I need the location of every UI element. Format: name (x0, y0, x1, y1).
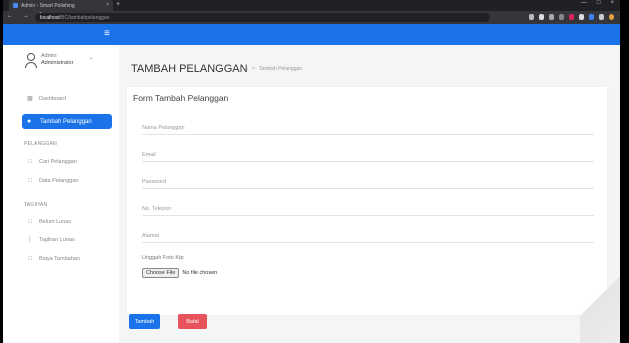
telepon-input[interactable]: No. Telepon (142, 206, 594, 216)
new-tab-button[interactable]: + (116, 1, 120, 8)
window-controls: — □ × (581, 0, 614, 6)
add-user-icon: ● (27, 118, 32, 125)
user-icon (25, 53, 37, 69)
browser-window: Admin - Smart Polishing × + — □ × ← → C … (3, 0, 620, 343)
section-heading-pelanggan: PELANGGAN (24, 141, 57, 147)
user-profile[interactable]: Admin Administrator (25, 53, 73, 69)
file-status: No file chosen (182, 270, 218, 276)
sidebar: Admin Administrator ⌄ ▩ Dashboard ● Tamb… (3, 45, 119, 343)
profile-avatar-icon[interactable] (609, 14, 614, 20)
sidebar-item-cari-pelanggan[interactable]: □ Cari Pelanggan (26, 159, 77, 165)
home-icon[interactable]: ⌂ (245, 66, 248, 72)
nama-pelanggan-input[interactable]: Nama Pelanggan (142, 125, 594, 135)
page-title: TAMBAH PELANGGAN (131, 63, 248, 75)
extension-icon[interactable] (589, 14, 594, 20)
sidebar-item-label: Cari Pelanggan (39, 159, 77, 165)
alamat-input[interactable]: Alamat (142, 233, 594, 243)
invoice-icon: □ (28, 219, 32, 225)
user-name: Admin (41, 53, 57, 59)
sidebar-item-biaya-tambahan[interactable]: □ Biaya Tambahan (26, 256, 80, 262)
breadcrumb-current: Tambah Pelanggan (258, 66, 303, 72)
sidebar-item-label: Data Pelanggan (39, 178, 79, 184)
browser-tab[interactable]: Admin - Smart Polishing × (9, 0, 113, 11)
money-icon: □ (28, 256, 32, 262)
extension-icon[interactable] (579, 14, 584, 20)
sidebar-item-dashboard[interactable]: ▩ Dashboard (26, 95, 66, 103)
background-decoration (580, 260, 620, 343)
upload-label: Unggah Foto Ktp (142, 255, 184, 261)
breadcrumb: ⌂ > Tambah Pelanggan (245, 66, 302, 72)
choose-file-button[interactable]: Choose File (142, 268, 180, 278)
browser-tab-bar: Admin - Smart Polishing × + — □ × (3, 0, 620, 11)
hamburger-menu-icon[interactable]: ≡ (104, 29, 110, 39)
tab-close-icon[interactable]: × (106, 2, 109, 8)
batal-button[interactable]: Batal (178, 314, 207, 329)
url-host: localhost (40, 14, 60, 21)
extension-icon[interactable] (569, 14, 574, 20)
form-title: Form Tambah Pelanggan (133, 93, 229, 103)
search-icon: □ (28, 159, 32, 165)
receipt-icon: │ (28, 237, 32, 243)
chevron-down-icon[interactable]: ⌄ (89, 55, 93, 61)
maximize-button[interactable]: □ (597, 0, 601, 6)
sidebar-item-label: Biaya Tambahan (39, 256, 80, 262)
tambah-button[interactable]: Tambah (129, 314, 160, 329)
extension-icons (529, 14, 614, 20)
sidebar-item-tambah-pelanggan[interactable]: ● Tambah Pelanggan (22, 114, 112, 129)
minimize-button[interactable]: — (581, 0, 587, 6)
sidebar-item-label: Tagihan Lunas (39, 237, 75, 243)
form-card: Form Tambah Pelanggan Nama Pelanggan Ema… (127, 87, 607, 315)
url-path: /BC/tambahpelanggan (59, 14, 110, 21)
address-bar-row: ← → C localhost /BC/tambahpelanggan (3, 11, 620, 24)
tab-title: Admin - Smart Polishing (21, 2, 75, 9)
favicon-icon (13, 3, 18, 8)
extension-icon[interactable] (549, 14, 554, 20)
main-content: TAMBAH PELANGGAN ⌂ > Tambah Pelanggan Fo… (119, 45, 620, 343)
sidebar-item-data-pelanggan[interactable]: □ Data Pelanggan (26, 178, 78, 184)
window-close-button[interactable]: × (610, 0, 614, 6)
url-input[interactable]: localhost /BC/tambahpelanggan (35, 13, 490, 22)
extension-icon[interactable] (539, 14, 544, 20)
breadcrumb-separator: > (252, 66, 255, 72)
sidebar-item-label: Dashboard (39, 95, 66, 102)
sidebar-item-belum-lunas[interactable]: □ Belum Lunas (26, 219, 71, 225)
dashboard-icon: ▩ (27, 96, 33, 102)
sidebar-item-label: Tambah Pelanggan (40, 118, 92, 125)
star-icon[interactable] (529, 14, 534, 20)
email-input[interactable]: Email (142, 152, 594, 162)
user-role: Administrator (41, 60, 74, 66)
section-heading-tagihan: TAGIHAN (24, 202, 48, 208)
list-icon: □ (28, 178, 32, 184)
sidebar-item-label: Belum Lunas (39, 219, 72, 225)
file-upload: Choose File No file chosen (142, 268, 217, 278)
extension-icon[interactable] (559, 14, 564, 20)
password-input[interactable]: Password (142, 179, 594, 189)
sidebar-item-tagihan-lunas[interactable]: │ Tagihan Lunas (26, 237, 75, 243)
app-topbar: ≡ (3, 24, 620, 45)
puzzle-icon[interactable] (599, 14, 604, 20)
